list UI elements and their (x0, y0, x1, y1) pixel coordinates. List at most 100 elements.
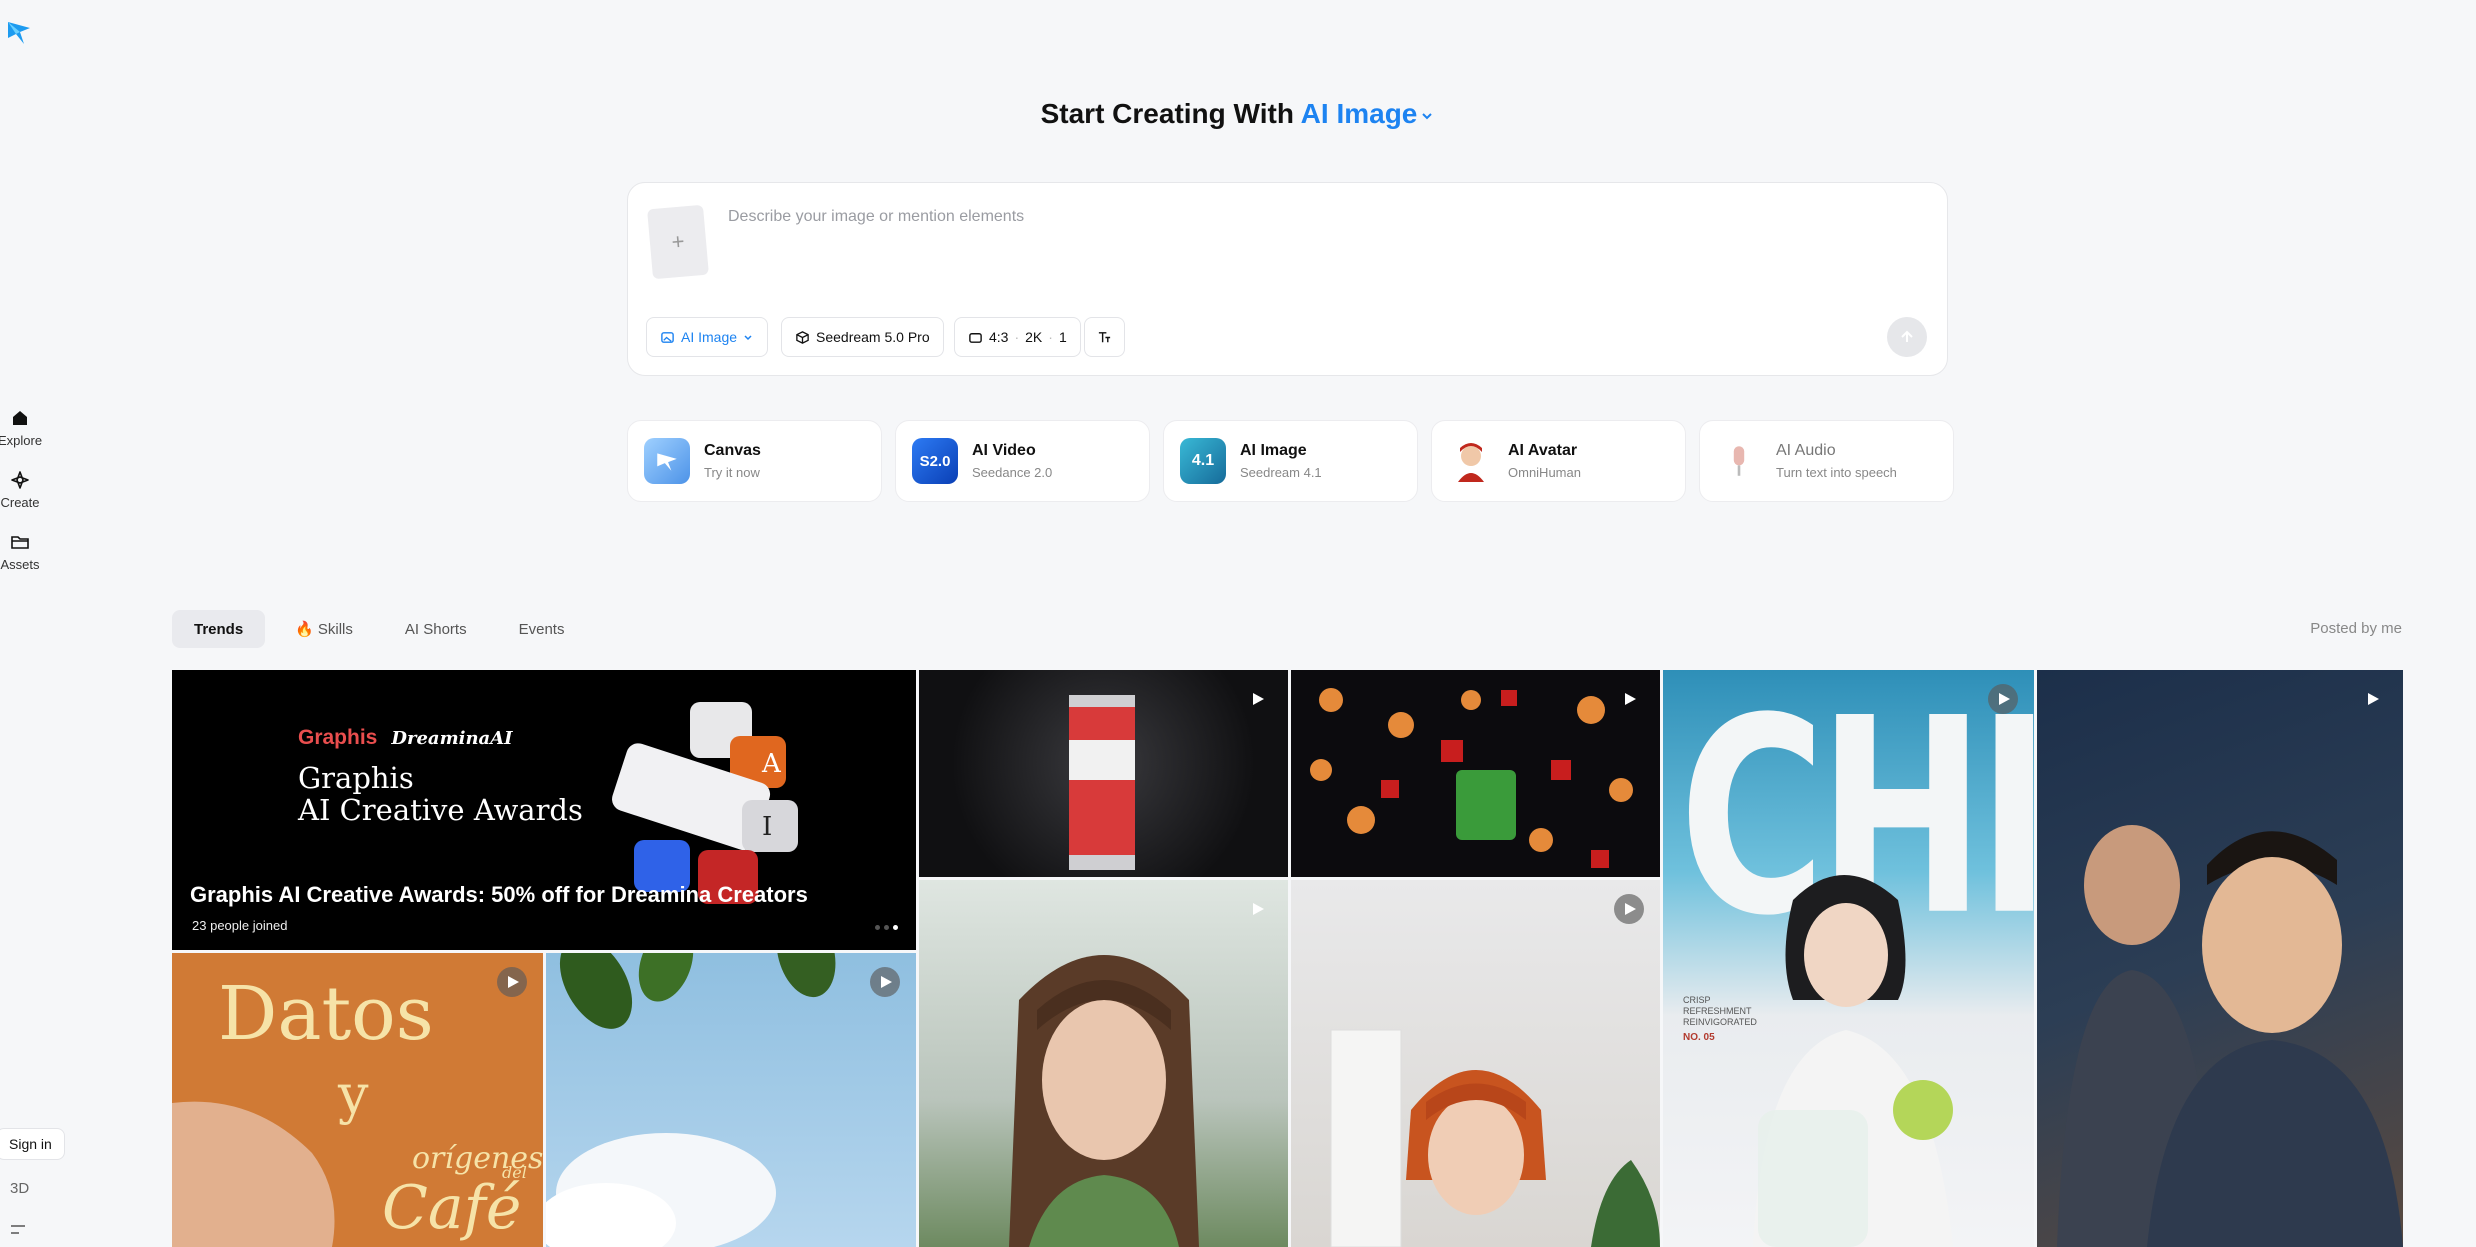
mode-dropdown[interactable]: AI Image (1301, 98, 1436, 129)
model-chip-label: Seedream 5.0 Pro (816, 329, 930, 345)
count-value: 1 (1058, 329, 1067, 345)
snacks-image (1310, 688, 1633, 868)
sidebar-item-label: Explore (0, 433, 43, 448)
play-icon[interactable] (1242, 894, 1272, 924)
graphis-brand: Graphis (298, 726, 378, 749)
sidebar-item-create[interactable]: Create (0, 470, 40, 510)
image-icon (661, 331, 674, 343)
gallery-tile-woman-redhead[interactable] (1291, 880, 1660, 1247)
feature-subtitle: Turn text into speech (1776, 465, 1897, 480)
seedance-icon: S2.0 (912, 438, 958, 484)
feature-ai-image[interactable]: 4.1 AI Image Seedream 4.1 (1163, 420, 1418, 502)
text-format-icon (1098, 331, 1111, 342)
sidebar-item-explore[interactable]: Explore (0, 408, 42, 448)
page-title: Start Creating With AI Image (0, 98, 2476, 130)
gallery-grid: Graphis DreaminaAI Graphis AI Creative Awa… (0, 670, 2476, 1247)
svg-text:I: I (762, 812, 772, 842)
feed-tabs: Trends 🔥 Skills AI Shorts Events (172, 610, 586, 648)
play-icon[interactable] (1242, 684, 1272, 714)
dreamina-brand: DreaminaAI (391, 728, 513, 749)
title-prefix: Start Creating With (1040, 98, 1294, 129)
resolution-value: 2K (1025, 329, 1043, 345)
tab-skills[interactable]: 🔥 Skills (273, 610, 375, 648)
ratio-value: 4:3 (989, 329, 1009, 345)
dreamina-logo-icon[interactable] (6, 18, 32, 46)
sidebar-nav: Explore Create Assets (0, 408, 42, 594)
send-button[interactable] (1887, 317, 1927, 357)
home-icon (13, 411, 27, 425)
chevron-down-icon (1422, 112, 1433, 120)
feature-ai-audio[interactable]: AI Audio Turn text into speech (1699, 420, 1954, 502)
sidebar-item-label: Create (0, 495, 40, 510)
gallery-tile-chill[interactable]: CHILL CRISPREFRESHMENTREINVIGORATED NO. … (1663, 670, 2034, 1247)
redhead-portrait-image (1330, 1029, 1660, 1247)
gallery-tile-datos[interactable]: Datos y orígenes del Café (172, 953, 543, 1247)
tab-events[interactable]: Events (497, 610, 587, 648)
mode-chip[interactable]: AI Image (646, 317, 769, 357)
tab-label: Skills (317, 620, 353, 638)
play-icon[interactable] (1614, 684, 1644, 714)
sidebar-item-assets[interactable]: Assets (0, 532, 40, 572)
feature-subtitle: OmniHuman (1508, 465, 1581, 480)
feature-subtitle: Seedream 4.1 (1240, 465, 1322, 480)
gallery-tile-woman-greenhouse[interactable] (919, 880, 1288, 1247)
tab-trends[interactable]: Trends (172, 610, 266, 648)
posted-by-me-toggle[interactable]: Posted by me (2310, 620, 2402, 637)
woman-portrait-image (1009, 955, 1199, 1247)
feature-canvas[interactable]: Canvas Try it now (627, 420, 882, 502)
microphone-icon (1716, 438, 1762, 484)
hero-brand: Graphis DreaminaAI (298, 726, 513, 750)
gallery-tile-sky[interactable] (546, 953, 916, 1247)
cube-icon (796, 330, 809, 344)
sparkle-icon (11, 471, 29, 489)
feature-title: AI Video (972, 442, 1036, 459)
play-icon[interactable] (1614, 894, 1644, 924)
prompt-card: + AI Image Seedream 5.0 Pro 4:3· 2K· 1 (627, 182, 1948, 376)
add-reference-button[interactable]: + (647, 204, 709, 280)
feature-title: AI Image (1240, 442, 1307, 459)
award-cubes-illustration: A I (612, 702, 798, 904)
feature-title: AI Audio (1776, 442, 1836, 459)
hero-title: Graphis AI Creative Awards: 50% off for … (190, 882, 808, 907)
text-style-button[interactable] (1084, 317, 1125, 357)
arrow-up-icon (1901, 330, 1913, 342)
play-icon[interactable] (2357, 684, 2387, 714)
joined-label: people joined (210, 918, 288, 933)
plus-icon: + (670, 228, 686, 255)
gallery-tile-men[interactable] (2037, 670, 2403, 1247)
seedream-icon: 4.1 (1180, 438, 1226, 484)
joined-count: 23 (192, 918, 207, 933)
soda-can-image (1069, 695, 1135, 870)
feature-ai-avatar[interactable]: AI Avatar OmniHuman (1431, 420, 1686, 502)
gallery-tile-can[interactable] (919, 670, 1288, 877)
mode-label: AI Image (1300, 98, 1418, 129)
feature-ai-video[interactable]: S2.0 AI Video Seedance 2.0 (895, 420, 1150, 502)
woman-with-drink-image (1753, 875, 1953, 1247)
aspect-ratio-icon (969, 332, 982, 343)
canvas-icon (644, 438, 690, 484)
prompt-input[interactable] (728, 197, 1908, 237)
hero-joined: 23 people joined (192, 918, 287, 933)
carousel-dots[interactable] (875, 925, 898, 930)
feature-subtitle: Try it now (704, 465, 760, 480)
feature-title: Canvas (704, 442, 761, 459)
tab-ai-shorts[interactable]: AI Shorts (383, 610, 489, 648)
men-selfie-image (2057, 825, 2403, 1247)
mode-chip-label: AI Image (681, 329, 738, 345)
play-icon[interactable] (1988, 684, 2018, 714)
sidebar-item-label: Assets (0, 557, 40, 572)
feature-subtitle: Seedance 2.0 (972, 465, 1053, 480)
play-icon[interactable] (497, 967, 527, 997)
folder-icon (11, 536, 29, 549)
gallery-tile-snacks[interactable] (1291, 670, 1660, 877)
hero-banner[interactable]: Graphis DreaminaAI Graphis AI Creative Awa… (172, 670, 916, 950)
hand-image (172, 1101, 335, 1247)
chevron-down-icon (744, 334, 752, 340)
avatar-character-icon (1448, 438, 1494, 484)
hero-headline-line: AI Creative Awards (298, 793, 583, 827)
fire-icon: 🔥 (295, 621, 314, 638)
play-icon[interactable] (870, 967, 900, 997)
model-chip[interactable]: Seedream 5.0 Pro (781, 317, 944, 357)
ratio-chip[interactable]: 4:3 · 2K · 1 (954, 317, 1081, 357)
sky-leaves-image (546, 953, 836, 1247)
